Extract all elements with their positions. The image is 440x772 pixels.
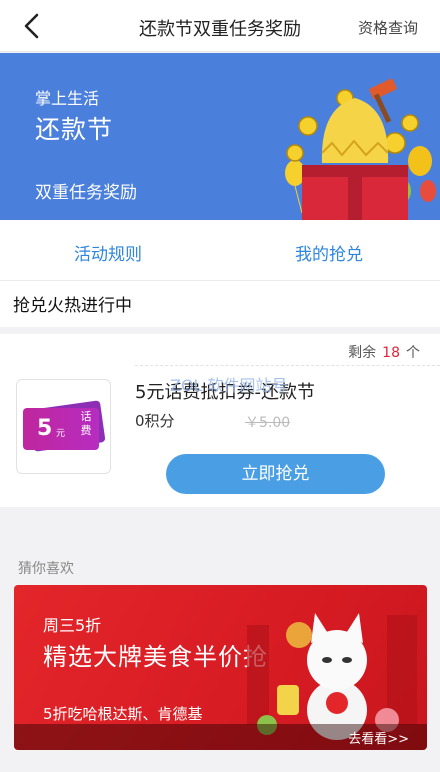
recommend-footer: 去看看>>	[14, 724, 427, 750]
remaining-count: 18	[382, 345, 400, 361]
recommend-title: 精选大牌美食半价抢	[43, 643, 268, 671]
tab-bar: 活动规则 我的抢兑	[0, 220, 440, 280]
original-price: ￥5.00	[245, 415, 291, 431]
coupon-unit: 元	[56, 429, 66, 439]
qualification-query-link[interactable]: 资格查询	[358, 17, 418, 38]
recommend-subtitle: 周三5折	[43, 616, 102, 635]
recommend-banner[interactable]: 周三5折 精选大牌美食半价抢 5折吃哈根达斯、肯德基 去看看>>	[14, 585, 427, 750]
egg-gift-illustration	[285, 78, 436, 220]
coupon-tag: 话费	[80, 410, 92, 437]
redeem-button[interactable]: 立即抢兑	[166, 454, 385, 494]
banner-description: 双重任务奖励	[35, 183, 137, 203]
tab-activity-rules[interactable]: 活动规则	[74, 240, 142, 265]
recommend-label: 猜你喜欢	[18, 561, 74, 577]
remaining-stock: 剩余 18 个	[348, 342, 420, 362]
nav-bar: 还款节双重任务奖励 资格查询	[0, 0, 440, 52]
page: 还款节双重任务奖励 资格查询 掌上生活 还款节 双重任务奖励 活动规则 我的抢兑…	[0, 0, 440, 772]
tab-my-redemptions[interactable]: 我的抢兑	[295, 240, 363, 265]
product-points: 0积分	[135, 412, 175, 430]
product-thumbnail[interactable]: 5 元 话费	[16, 379, 111, 474]
see-more-link[interactable]: 去看看>>	[348, 728, 409, 747]
hero-banner: 掌上生活 还款节 双重任务奖励	[0, 53, 440, 220]
banner-title: 还款节	[35, 115, 114, 144]
coupon-card: 5 元 话费	[23, 408, 99, 450]
remaining-prefix: 剩余	[348, 345, 377, 361]
watermark: ZOL 软件网站号	[170, 376, 288, 395]
banner-subtitle: 掌上生活	[35, 89, 100, 108]
section-header: 抢兑火热进行中	[0, 280, 440, 327]
coupon-amount: 5	[37, 416, 53, 441]
remaining-suffix: 个	[406, 345, 420, 361]
section-title: 抢兑火热进行中	[13, 296, 132, 316]
product-card: 剩余 18 个 5 元 话费 5元话费抵扣券-还款节 0积分 ￥5.00 立即抢兑	[0, 334, 440, 507]
recommend-description: 5折吃哈根达斯、肯德基	[43, 705, 203, 723]
divider	[135, 365, 440, 366]
